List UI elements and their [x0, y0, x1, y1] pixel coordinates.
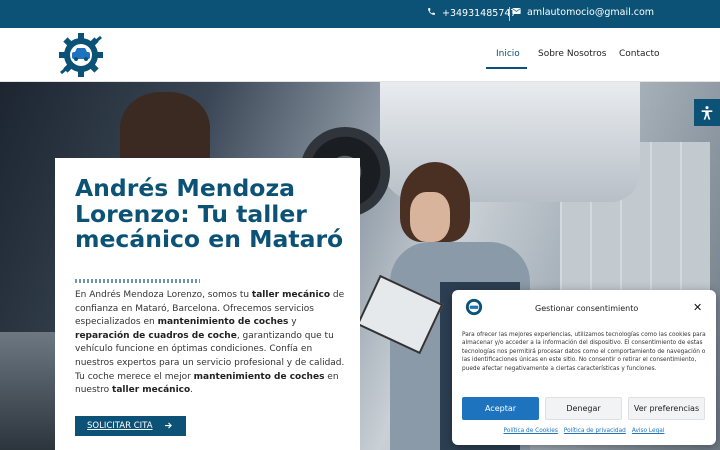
title-underline	[75, 279, 200, 283]
consent-links: Política de Cookies Política de privacid…	[452, 428, 716, 434]
solicitar-cita-button[interactable]: SOLICITAR CITA	[75, 416, 186, 436]
hero-card: Andrés Mendoza Lorenzo: Tu taller mecáni…	[55, 158, 360, 450]
keyword-highlight: mantenimiento de coches	[193, 371, 325, 382]
paragraph-text: En Andrés Mendoza Lorenzo, somos tu	[75, 290, 252, 300]
paragraph-text: .	[190, 385, 194, 396]
nav-sobre-nosotros[interactable]: Sobre Nosotros	[538, 49, 607, 59]
consent-title: Gestionar consentimiento	[535, 304, 639, 313]
hero-title: Andrés Mendoza Lorenzo: Tu taller mecáni…	[75, 174, 344, 253]
consent-dialog: Gestionar consentimiento ✕ Para ofrecer …	[452, 290, 716, 445]
arrow-right-icon	[164, 420, 173, 433]
consent-logo	[462, 296, 486, 318]
email-contact[interactable]: amlautomocio@gmail.com	[512, 7, 654, 18]
garage-light	[0, 332, 60, 450]
cookies-policy-link[interactable]: Política de Cookies	[504, 428, 558, 434]
accept-button[interactable]: Aceptar	[462, 397, 539, 420]
nav-active-indicator	[486, 67, 527, 69]
legal-notice-link[interactable]: Aviso Legal	[632, 428, 665, 434]
mechanic-face	[410, 192, 450, 242]
cta-label: SOLICITAR CITA	[87, 421, 153, 431]
phone-number: +34931485747	[442, 7, 517, 19]
privacy-policy-link[interactable]: Política de privacidad	[564, 428, 626, 434]
hero-paragraph: En Andrés Mendoza Lorenzo, somos tu tall…	[75, 289, 350, 398]
phone-contact[interactable]: +34931485747	[427, 7, 516, 19]
nav-inicio[interactable]: Inicio	[496, 49, 520, 59]
phone-icon	[427, 7, 436, 19]
deny-button[interactable]: Denegar	[545, 397, 622, 420]
paragraph-text: y	[288, 317, 297, 328]
accessibility-button[interactable]	[694, 99, 720, 126]
keyword-highlight: taller mecánico	[112, 385, 191, 396]
top-bar: +34931485747 amlautomocio@gmail.com	[0, 0, 720, 28]
keyword-highlight: reparación de cuadros de coche	[75, 330, 237, 341]
keyword-highlight: mantenimiento de coches	[157, 317, 289, 328]
site-header: Inicio Sobre Nosotros Contacto	[0, 28, 720, 82]
keyword-highlight: taller mecánico	[251, 290, 331, 300]
close-icon[interactable]: ✕	[693, 301, 702, 314]
topbar-divider	[509, 7, 510, 21]
email-address: amlautomocio@gmail.com	[527, 7, 655, 18]
mail-icon	[512, 7, 521, 18]
site-logo[interactable]	[56, 32, 106, 78]
consent-text: Para ofrecer las mejores experiencias, u…	[462, 332, 706, 372]
nav-contacto[interactable]: Contacto	[619, 49, 660, 59]
gear-car-logo	[59, 33, 103, 77]
accessibility-icon	[701, 105, 713, 120]
preferences-button[interactable]: Ver preferencias	[628, 397, 705, 420]
